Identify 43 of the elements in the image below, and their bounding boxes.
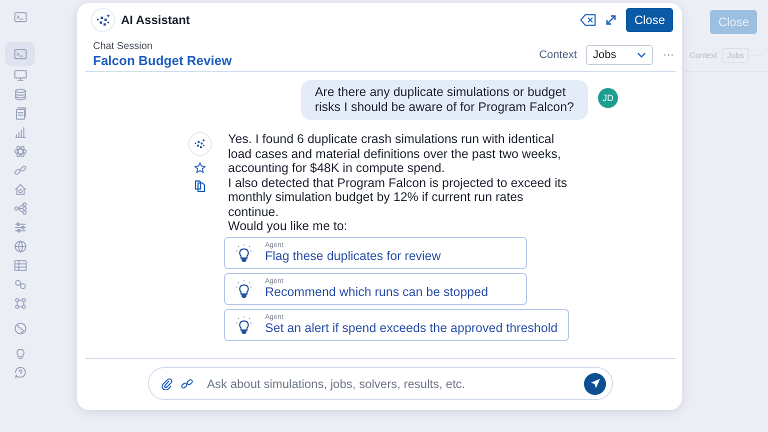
network-icon xyxy=(14,202,26,215)
star-icon[interactable] xyxy=(194,162,206,174)
atom-icon xyxy=(14,145,26,158)
window-title: AI Assistant xyxy=(121,13,191,27)
suggestion-label: Recommend which runs can be stopped xyxy=(265,285,488,299)
send-button[interactable] xyxy=(584,372,606,394)
bar-chart-icon xyxy=(14,126,26,139)
more-button[interactable]: ··· xyxy=(663,48,674,60)
copy-icon[interactable] xyxy=(194,180,206,192)
table-icon xyxy=(14,259,26,272)
sidebar-item[interactable] xyxy=(5,42,35,66)
lightbulb-icon xyxy=(235,242,253,262)
home-icon xyxy=(14,183,26,196)
link-icon[interactable] xyxy=(181,378,193,390)
context-dropdown[interactable]: Jobs xyxy=(586,44,653,64)
send-icon xyxy=(590,378,600,389)
user-avatar: JD xyxy=(598,88,618,108)
session-label: Chat Session xyxy=(93,41,154,52)
lightbulb-icon xyxy=(14,347,26,360)
chevron-down-icon xyxy=(637,52,646,58)
terminal-icon xyxy=(14,11,26,24)
sparkle-logo-icon xyxy=(96,12,110,28)
help-chat-icon xyxy=(14,366,26,379)
document-icon xyxy=(14,107,26,120)
suggestion-label: Set an alert if spend exceeds the approved threshold xyxy=(265,321,558,335)
context-label: Context xyxy=(539,48,577,60)
monitor-icon xyxy=(14,69,26,82)
paperclip-icon[interactable] xyxy=(161,378,173,390)
terminal-icon xyxy=(14,48,26,60)
clear-icon[interactable] xyxy=(580,13,596,27)
link-icon xyxy=(14,164,26,177)
molecule-icon xyxy=(14,297,26,310)
lightbulb-icon xyxy=(235,314,253,334)
sparkle-logo-icon xyxy=(194,138,206,150)
suggestion-label: Flag these duplicates for review xyxy=(265,249,441,263)
sliders-icon xyxy=(14,221,26,234)
message-field[interactable]: Ask about simulations, jobs, solvers, results, etc. xyxy=(148,367,613,400)
lightbulb-icon xyxy=(235,278,253,298)
assistant-message: Yes. I found 6 duplicate crash simulations run with identical load cases and material definitions over the past two weeks, accounting for $48K in compute spend. I also detected that Program Falcon is projected to exceed its monthly simulation budget by 12% if current run rates continue. Would you like me to: xyxy=(228,132,568,234)
session-title: Falcon Budget Review xyxy=(93,53,233,68)
user-message: Are there any duplicate simulations or budget risks I should be aware of for Program Falcon? xyxy=(300,80,588,120)
close-button[interactable]: Close xyxy=(626,8,673,32)
database-icon xyxy=(14,88,26,101)
